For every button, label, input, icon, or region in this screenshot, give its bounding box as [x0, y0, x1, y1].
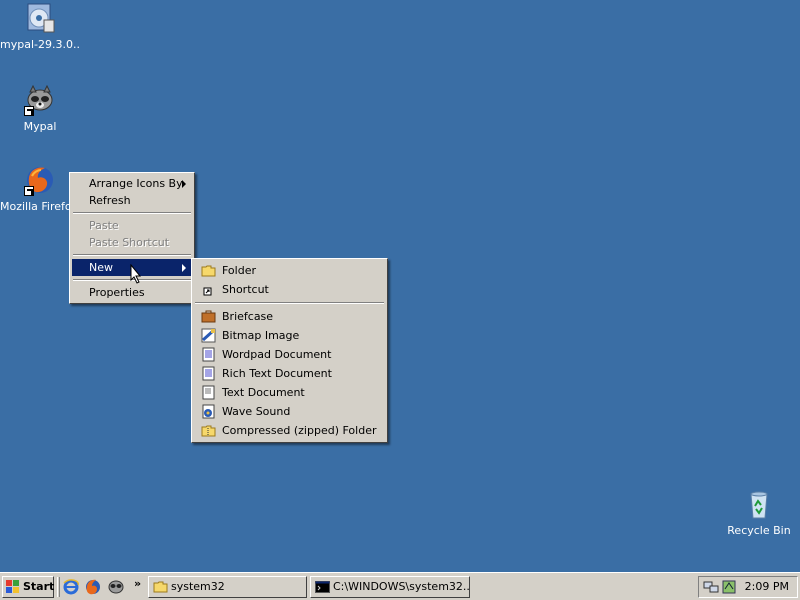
installer-disc-icon: [24, 2, 56, 34]
folder-icon: [153, 580, 168, 594]
menu-item-label: Shortcut: [222, 283, 269, 296]
desktop-icon-label: Mypal: [23, 120, 57, 133]
clock[interactable]: 2:09 PM: [745, 580, 789, 593]
menu-item-paste-shortcut: Paste Shortcut: [72, 234, 192, 251]
desktop-icon-mypal[interactable]: Mypal: [0, 84, 80, 133]
submenu-item-text-document[interactable]: Text Document: [194, 383, 385, 402]
tray-utility-icon[interactable]: [721, 579, 737, 595]
desktop-icon-mypal-installer[interactable]: mypal-29.3.0...: [0, 2, 80, 51]
task-label: C:\WINDOWS\system32...: [333, 580, 470, 593]
menu-item-label: Wordpad Document: [222, 348, 332, 361]
briefcase-icon: [201, 309, 216, 324]
desktop-icon-firefox[interactable]: Mozilla Firefox: [0, 164, 80, 213]
menu-item-label: Refresh: [89, 194, 131, 207]
menu-separator: [73, 254, 191, 256]
menu-separator: [73, 212, 191, 214]
bitmap-image-icon: [201, 328, 216, 343]
command-prompt-icon: [315, 580, 330, 594]
submenu-arrow-icon: [182, 264, 186, 272]
submenu-item-folder[interactable]: Folder: [194, 261, 385, 280]
menu-item-refresh[interactable]: Refresh: [72, 192, 192, 209]
menu-item-label: Text Document: [222, 386, 305, 399]
submenu-item-rich-text-document[interactable]: Rich Text Document: [194, 364, 385, 383]
menu-item-label: Paste: [89, 219, 119, 232]
system-tray: 2:09 PM: [698, 576, 798, 598]
quick-launch-ie-icon[interactable]: [62, 578, 80, 596]
menu-item-label: Arrange Icons By: [89, 177, 183, 190]
submenu-item-wave-sound[interactable]: Wave Sound: [194, 402, 385, 421]
menu-item-label: Compressed (zipped) Folder: [222, 424, 377, 437]
windows-logo-icon: [6, 580, 20, 594]
task-label: system32: [171, 580, 225, 593]
desktop-icon-recycle-bin[interactable]: Recycle Bin: [719, 488, 799, 537]
menu-separator: [195, 302, 384, 304]
quick-launch-more-button[interactable]: »: [134, 577, 141, 590]
submenu-item-shortcut[interactable]: Shortcut: [194, 280, 385, 299]
folder-icon: [201, 263, 216, 278]
taskbar-grip: [57, 577, 60, 597]
taskbar-button-cmd[interactable]: C:\WINDOWS\system32...: [310, 576, 470, 598]
taskbar-button-system32[interactable]: system32: [148, 576, 307, 598]
menu-item-label: Briefcase: [222, 310, 274, 323]
taskbar: Start » system32 C:\WINDOWS\system32... …: [0, 572, 800, 600]
menu-item-label: Folder: [222, 264, 256, 277]
menu-item-label: Properties: [89, 286, 145, 299]
rich-text-document-icon: [201, 366, 216, 381]
submenu-item-bitmap-image[interactable]: Bitmap Image: [194, 326, 385, 345]
tray-network-icon[interactable]: [703, 579, 719, 595]
submenu-item-compressed-folder[interactable]: Compressed (zipped) Folder: [194, 421, 385, 440]
desktop-icon-label: Recycle Bin: [727, 524, 791, 537]
menu-item-paste: Paste: [72, 217, 192, 234]
wave-sound-icon: [201, 404, 216, 419]
new-submenu: Folder Shortcut Briefcase Bitmap Image W…: [191, 258, 388, 443]
menu-item-arrange-icons-by[interactable]: Arrange Icons By: [72, 175, 192, 192]
submenu-item-wordpad-document[interactable]: Wordpad Document: [194, 345, 385, 364]
recycle-bin-icon: [743, 488, 775, 520]
raccoon-icon: [24, 84, 56, 116]
start-button[interactable]: Start: [2, 576, 54, 598]
quick-launch-mypal-icon[interactable]: [107, 578, 125, 596]
menu-item-label: Rich Text Document: [222, 367, 332, 380]
menu-item-label: Paste Shortcut: [89, 236, 170, 249]
desktop-context-menu: Arrange Icons By Refresh Paste Paste Sho…: [69, 172, 195, 304]
firefox-icon: [24, 164, 56, 196]
quick-launch-firefox-icon[interactable]: [84, 578, 102, 596]
mouse-cursor-icon: [130, 263, 142, 284]
wordpad-document-icon: [201, 347, 216, 362]
shortcut-icon: [201, 282, 216, 297]
desktop-icon-label: Mozilla Firefox: [0, 200, 69, 213]
menu-item-properties[interactable]: Properties: [72, 284, 192, 301]
menu-item-label: New: [89, 261, 113, 274]
text-document-icon: [201, 385, 216, 400]
menu-item-label: Bitmap Image: [222, 329, 300, 342]
menu-item-label: Wave Sound: [222, 405, 291, 418]
submenu-arrow-icon: [182, 180, 186, 188]
desktop-icon-label: mypal-29.3.0...: [0, 38, 80, 51]
shortcut-arrow-icon: [24, 186, 34, 196]
submenu-item-briefcase[interactable]: Briefcase: [194, 307, 385, 326]
start-label: Start: [23, 580, 55, 593]
shortcut-arrow-icon: [24, 106, 34, 116]
zip-folder-icon: [201, 423, 216, 438]
